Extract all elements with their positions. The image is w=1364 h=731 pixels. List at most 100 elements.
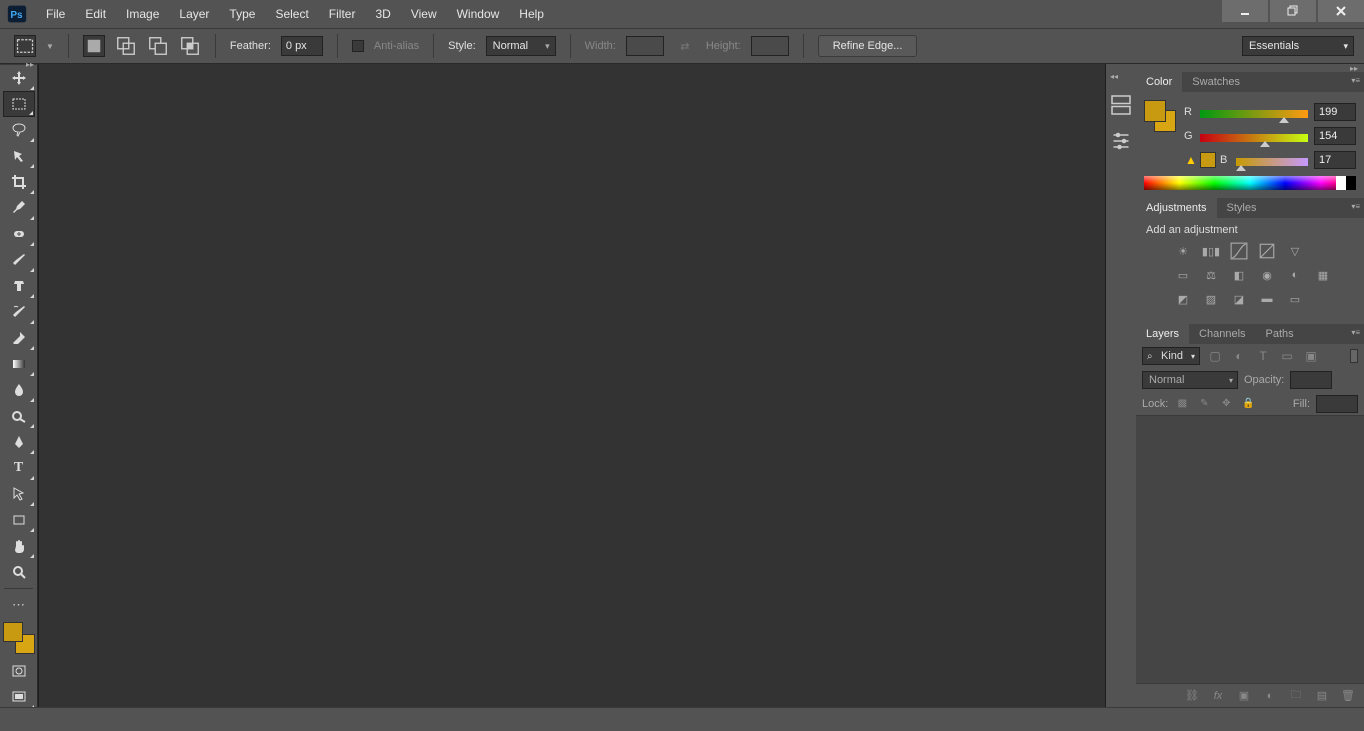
clone-stamp-tool-icon[interactable]: [3, 273, 35, 299]
eraser-tool-icon[interactable]: [3, 325, 35, 351]
gamut-swatch[interactable]: [1200, 152, 1216, 168]
history-brush-tool-icon[interactable]: [3, 299, 35, 325]
filter-pixel-icon[interactable]: ▢: [1206, 347, 1224, 365]
menu-edit[interactable]: Edit: [75, 0, 116, 28]
tool-preset-icon[interactable]: [14, 35, 36, 57]
bw-adj-icon[interactable]: ◧: [1230, 266, 1248, 284]
invert-adj-icon[interactable]: ◩: [1174, 290, 1192, 308]
curves-adj-icon[interactable]: [1230, 242, 1248, 260]
color-swatches-tool[interactable]: [3, 622, 35, 654]
vibrance-adj-icon[interactable]: ▽: [1286, 242, 1304, 260]
menu-filter[interactable]: Filter: [319, 0, 366, 28]
lock-position-icon[interactable]: ✥: [1218, 396, 1234, 412]
quick-mask-icon[interactable]: [3, 658, 35, 684]
hand-tool-icon[interactable]: [3, 533, 35, 559]
healing-brush-tool-icon[interactable]: [3, 221, 35, 247]
panel-menu-icon[interactable]: ▾≡: [1351, 202, 1360, 211]
layer-mask-icon[interactable]: ▣: [1236, 688, 1252, 704]
properties-panel-icon[interactable]: [1109, 130, 1133, 152]
g-slider[interactable]: [1200, 131, 1308, 141]
selection-subtract-icon[interactable]: [147, 35, 169, 57]
lasso-tool-icon[interactable]: [3, 117, 35, 143]
window-close-button[interactable]: [1318, 0, 1364, 22]
panel-menu-icon[interactable]: ▾≡: [1351, 328, 1360, 337]
levels-adj-icon[interactable]: ▮▯▮: [1202, 242, 1220, 260]
path-select-tool-icon[interactable]: [3, 481, 35, 507]
quick-select-tool-icon[interactable]: [3, 143, 35, 169]
new-layer-icon[interactable]: ▤: [1314, 688, 1330, 704]
new-adjust-layer-icon[interactable]: ◐: [1262, 688, 1278, 704]
exposure-adj-icon[interactable]: [1258, 242, 1276, 260]
blur-tool-icon[interactable]: [3, 377, 35, 403]
filter-smart-icon[interactable]: ▣: [1302, 347, 1320, 365]
layers-list[interactable]: [1136, 416, 1364, 683]
chevron-down-icon[interactable]: ▼: [46, 42, 54, 51]
history-panel-icon[interactable]: [1109, 94, 1133, 116]
posterize-adj-icon[interactable]: ▨: [1202, 290, 1220, 308]
filter-toggle[interactable]: [1350, 349, 1358, 363]
lock-all-icon[interactable]: 🔒: [1240, 396, 1256, 412]
tab-adjustments[interactable]: Adjustments: [1136, 198, 1217, 218]
shape-tool-icon[interactable]: [3, 507, 35, 533]
window-restore-button[interactable]: [1270, 0, 1316, 22]
menu-layer[interactable]: Layer: [169, 0, 219, 28]
lock-pixels-icon[interactable]: ✎: [1196, 396, 1212, 412]
color-spectrum[interactable]: [1144, 176, 1356, 190]
menu-view[interactable]: View: [401, 0, 447, 28]
r-slider[interactable]: [1200, 107, 1308, 117]
selection-intersect-icon[interactable]: [179, 35, 201, 57]
opacity-input[interactable]: [1290, 371, 1332, 389]
refine-edge-button[interactable]: Refine Edge...: [818, 35, 918, 57]
delete-layer-icon[interactable]: 🗑: [1340, 688, 1356, 704]
zoom-tool-icon[interactable]: [3, 559, 35, 585]
hue-adj-icon[interactable]: ▭: [1174, 266, 1192, 284]
mixer-adj-icon[interactable]: ◐: [1286, 266, 1304, 284]
gamut-warning-icon[interactable]: ▲: [1184, 153, 1198, 167]
panel-menu-icon[interactable]: ▾≡: [1351, 76, 1360, 85]
photo-filter-adj-icon[interactable]: ◉: [1258, 266, 1276, 284]
feather-input[interactable]: [281, 36, 323, 56]
lookup-adj-icon[interactable]: ▦: [1314, 266, 1332, 284]
layer-filter-select[interactable]: Kind: [1142, 347, 1200, 365]
menu-window[interactable]: Window: [447, 0, 510, 28]
window-minimize-button[interactable]: [1222, 0, 1268, 22]
menu-help[interactable]: Help: [509, 0, 554, 28]
balance-adj-icon[interactable]: ⚖: [1202, 266, 1220, 284]
type-tool-icon[interactable]: T: [3, 455, 35, 481]
dodge-tool-icon[interactable]: [3, 403, 35, 429]
workspace-select[interactable]: Essentials: [1242, 36, 1354, 56]
lock-transparent-icon[interactable]: ▩: [1174, 396, 1190, 412]
selection-new-icon[interactable]: [83, 35, 105, 57]
color-fg-swatch[interactable]: [1144, 100, 1166, 122]
new-group-icon[interactable]: 🗀: [1288, 688, 1304, 704]
blend-mode-select[interactable]: Normal: [1142, 371, 1238, 389]
gradient-tool-icon[interactable]: [3, 351, 35, 377]
edit-toolbar-icon[interactable]: ⋯: [3, 592, 35, 618]
g-input[interactable]: [1314, 127, 1356, 145]
tab-color[interactable]: Color: [1136, 72, 1182, 92]
pen-tool-icon[interactable]: [3, 429, 35, 455]
b-slider[interactable]: [1236, 155, 1308, 165]
menu-type[interactable]: Type: [219, 0, 265, 28]
r-input[interactable]: [1314, 103, 1356, 121]
tab-channels[interactable]: Channels: [1189, 324, 1255, 344]
brightness-adj-icon[interactable]: ☀: [1174, 242, 1192, 260]
filter-adjust-icon[interactable]: ◐: [1230, 347, 1248, 365]
threshold-adj-icon[interactable]: ◪: [1230, 290, 1248, 308]
menu-image[interactable]: Image: [116, 0, 169, 28]
menu-3d[interactable]: 3D: [365, 0, 400, 28]
layer-fx-icon[interactable]: fx: [1210, 688, 1226, 704]
eyedropper-tool-icon[interactable]: [3, 195, 35, 221]
selective-adj-icon[interactable]: ▭: [1286, 290, 1304, 308]
brush-tool-icon[interactable]: [3, 247, 35, 273]
marquee-tool-icon[interactable]: [3, 91, 35, 117]
style-select[interactable]: Normal: [486, 36, 556, 56]
fill-input[interactable]: [1316, 395, 1358, 413]
crop-tool-icon[interactable]: [3, 169, 35, 195]
selection-add-icon[interactable]: [115, 35, 137, 57]
tab-layers[interactable]: Layers: [1136, 324, 1189, 344]
tab-paths[interactable]: Paths: [1256, 324, 1304, 344]
canvas-area[interactable]: [38, 64, 1106, 707]
move-tool-icon[interactable]: [3, 65, 35, 91]
tab-swatches[interactable]: Swatches: [1182, 72, 1250, 92]
